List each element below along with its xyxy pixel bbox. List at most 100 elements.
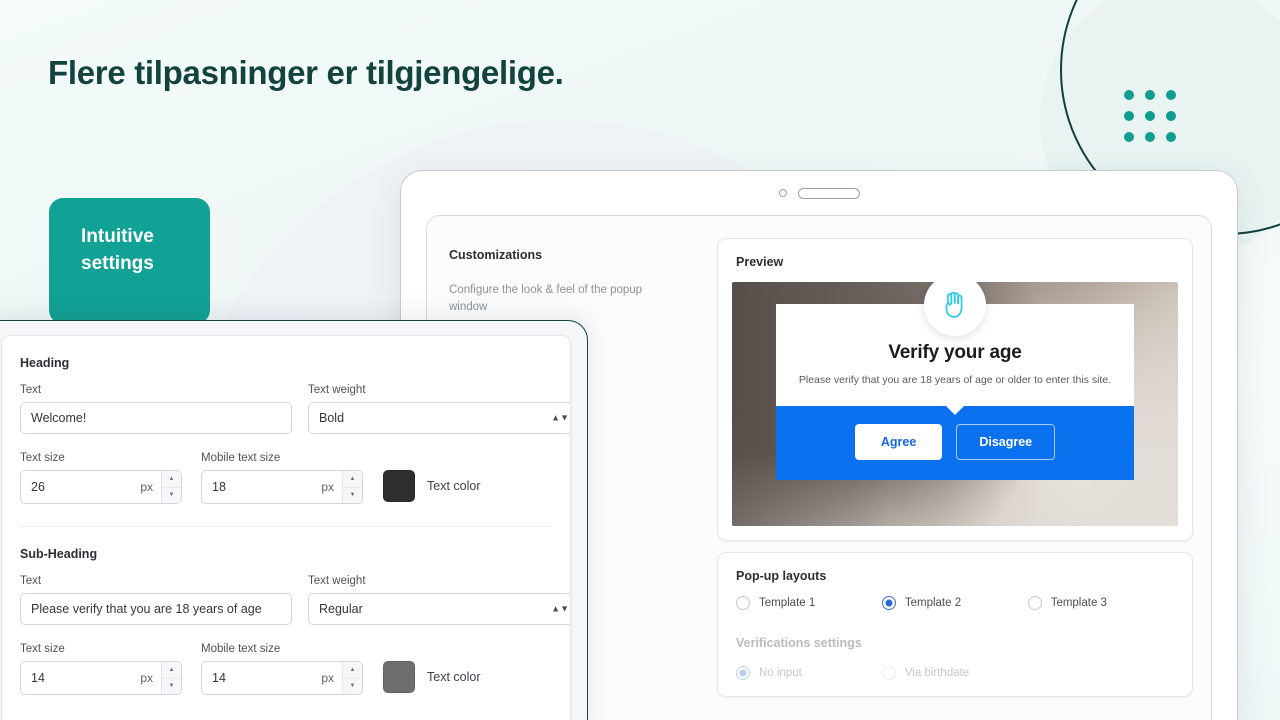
subheading-row-2: Text size px ▲ ▼ Mobile text size: [20, 643, 552, 695]
subheading-size-unit: px: [140, 671, 153, 685]
verifications-settings-section: Verifications settings No input Via birt…: [718, 620, 1192, 680]
heading-mobile-size-spinner[interactable]: ▲ ▼: [342, 471, 362, 503]
page-root: Flere tilpasninger er tilgjengelige. Int…: [0, 0, 1280, 720]
spinner-up-icon[interactable]: ▲: [162, 471, 181, 488]
intuitive-settings-badge: Intuitive settings: [49, 198, 210, 346]
verifications-title: Verifications settings: [736, 636, 862, 650]
speaker-icon: [797, 187, 860, 199]
subheading-size-spinner[interactable]: ▲ ▼: [161, 662, 181, 694]
heading-weight-select[interactable]: Bold: [308, 402, 570, 434]
age-modal-footer: Agree Disagree: [776, 406, 1134, 481]
radio-template-1[interactable]: Template 1: [736, 596, 882, 610]
heading-size-unit: px: [140, 480, 153, 494]
popup-layouts-card: Pop-up layouts Template 1 Template 2 Tem…: [717, 552, 1193, 697]
preview-photo: Verify your age Please verify that you a…: [732, 282, 1178, 526]
spinner-up-icon[interactable]: ▲: [162, 662, 181, 679]
subheading-size-input[interactable]: [21, 662, 141, 694]
heading-fieldset: Heading Text Text weight Bold ▲▼: [20, 336, 570, 526]
heading-mobile-size-group: Mobile text size px ▲ ▼: [201, 452, 363, 504]
heading-size-group: Text size px ▲ ▼: [20, 452, 182, 504]
age-verification-modal: Verify your age Please verify that you a…: [776, 282, 1134, 481]
heading-color-group: Text color: [383, 470, 481, 504]
tablet-top-bar: [401, 171, 1237, 215]
radio-icon-selected[interactable]: [881, 596, 896, 610]
radio-no-input[interactable]: No input: [736, 666, 882, 680]
spinner-down-icon[interactable]: ▼: [162, 488, 181, 504]
subheading-mobile-size-unit: px: [321, 671, 334, 685]
subheading-mobile-size-group: Mobile text size px ▲ ▼: [201, 643, 363, 695]
spinner-down-icon[interactable]: ▼: [343, 679, 362, 695]
spinner-up-icon[interactable]: ▲: [343, 471, 362, 488]
radio-label: Template 1: [759, 597, 816, 609]
heading-size-label: Text size: [20, 452, 65, 464]
heading-row-2: Text size px ▲ ▼ Mobile text size: [20, 452, 552, 504]
heading-size-input[interactable]: [21, 471, 141, 503]
heading-mobile-size-input[interactable]: [202, 471, 322, 503]
settings-panel-card: Heading Text Text weight Bold ▲▼: [1, 335, 571, 720]
heading-row-1: Text Text weight Bold ▲▼: [20, 384, 570, 434]
radio-via-birthdate[interactable]: Via birthdate: [881, 666, 1028, 680]
radio-icon-selected[interactable]: [736, 666, 750, 680]
settings-panel: Heading Text Text weight Bold ▲▼: [0, 320, 588, 720]
badge-line-1: Intuitive: [81, 226, 154, 247]
dot-grid-icon: [1124, 90, 1176, 142]
subheading-section-title: Sub-Heading: [20, 547, 98, 561]
preview-column: Preview Verify your age Please verify th…: [717, 238, 1193, 720]
subheading-weight-select[interactable]: Regular: [308, 593, 570, 625]
subheading-text-group: Text: [20, 575, 292, 625]
age-modal-body: Verify your age Please verify that you a…: [776, 282, 1134, 407]
subheading-mobile-size-spinner[interactable]: ▲ ▼: [342, 662, 362, 694]
subheading-mobile-size-input[interactable]: [202, 662, 322, 694]
spinner-down-icon[interactable]: ▼: [343, 488, 362, 504]
subheading-size-label: Text size: [20, 643, 65, 655]
radio-label: Via birthdate: [904, 667, 970, 679]
subheading-size-stepper[interactable]: px ▲ ▼: [20, 661, 182, 695]
radio-template-3[interactable]: Template 3: [1027, 596, 1174, 610]
spinner-down-icon[interactable]: ▼: [162, 679, 181, 695]
agree-button[interactable]: Agree: [854, 424, 943, 461]
heading-weight-group: Text weight Bold ▲▼: [308, 384, 570, 434]
heading-color-label: Text color: [427, 479, 481, 493]
heading-weight-label: Text weight: [308, 384, 366, 396]
camera-icon: [778, 189, 787, 197]
heading-color-swatch[interactable]: [383, 470, 415, 502]
radio-icon[interactable]: [736, 596, 750, 610]
heading-section-title: Heading: [20, 356, 70, 370]
subheading-text-label: Text: [20, 575, 42, 587]
heading-text-group: Text: [20, 384, 292, 434]
subheading-mobile-size-stepper[interactable]: px ▲ ▼: [201, 661, 363, 695]
heading-size-spinner[interactable]: ▲ ▼: [161, 471, 181, 503]
subheading-color-group: Text color: [383, 661, 481, 695]
heading-weight-select-wrap: Bold ▲▼: [308, 402, 570, 434]
age-modal-subtitle: Please verify that you are 18 years of a…: [798, 374, 1112, 386]
heading-mobile-size-unit: px: [321, 480, 334, 494]
disagree-button[interactable]: Disagree: [956, 424, 1056, 461]
spinner-up-icon[interactable]: ▲: [343, 662, 362, 679]
preview-title: Preview: [736, 255, 784, 269]
radio-icon[interactable]: [1027, 596, 1042, 610]
radio-label: Template 2: [904, 597, 962, 609]
heading-text-input[interactable]: [20, 402, 292, 434]
heading-mobile-size-label: Mobile text size: [201, 452, 281, 464]
subheading-color-swatch[interactable]: [383, 661, 415, 693]
heading-size-stepper[interactable]: px ▲ ▼: [20, 470, 182, 504]
radio-label: No input: [759, 667, 802, 679]
subheading-mobile-size-label: Mobile text size: [201, 643, 281, 655]
subheading-fieldset: Sub-Heading Text Text weight Regular ▲▼: [20, 526, 570, 717]
verifications-radio-group: No input Via birthdate: [736, 666, 1174, 680]
subheading-weight-select-wrap: Regular ▲▼: [308, 593, 570, 625]
radio-label: Template 3: [1050, 597, 1107, 609]
customizations-subtitle: Configure the look & feel of the popup w…: [449, 284, 643, 314]
heading-mobile-size-stepper[interactable]: px ▲ ▼: [201, 470, 363, 504]
preview-card: Preview Verify your age Please verify th…: [717, 238, 1193, 541]
subheading-text-input[interactable]: [20, 593, 292, 625]
customizations-title: Customizations: [449, 248, 543, 262]
subheading-weight-label: Text weight: [308, 575, 366, 587]
subheading-color-label: Text color: [427, 670, 481, 684]
radio-template-2[interactable]: Template 2: [881, 596, 1028, 610]
radio-icon[interactable]: [881, 666, 896, 680]
hand-icon: [924, 282, 986, 336]
subheading-weight-group: Text weight Regular ▲▼: [308, 575, 570, 625]
heading-text-label: Text: [20, 384, 42, 396]
subheading-size-group: Text size px ▲ ▼: [20, 643, 182, 695]
